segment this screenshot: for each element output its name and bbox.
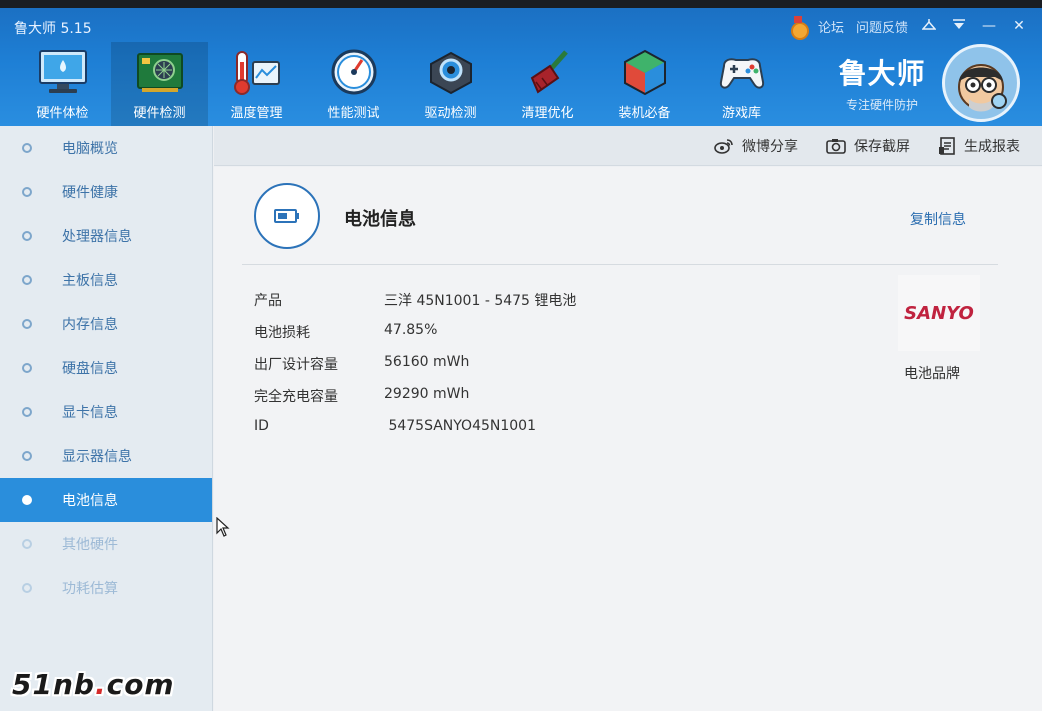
app-title: 鲁大师 5.15 [14,21,92,37]
radio-dot-icon [22,495,32,505]
radio-dot-icon [22,583,32,593]
sidebar-item-gpu[interactable]: 显卡信息 [0,390,212,434]
sidebar-nav: 电脑概览 硬件健康 处理器信息 主板信息 内存信息 硬盘信息 显卡信息 显示器信… [0,126,213,711]
radio-dot-icon [22,451,32,461]
monitor-icon [36,46,90,98]
thermometer-icon [230,46,284,98]
copy-info-link[interactable]: 复制信息 [910,209,966,229]
feedback-link[interactable]: 问题反馈 [856,17,908,36]
report-icon [939,136,955,155]
generate-report-button[interactable]: 生成报表 [938,136,1020,156]
radio-dot-icon [22,187,32,197]
battery-badge [254,183,320,249]
radio-dot-icon [22,363,32,373]
site-watermark: 51nb.com [12,668,175,701]
weibo-icon [714,138,733,154]
radio-dot-icon [22,319,32,329]
sidebar-item-power-estimate[interactable]: 功耗估算 [0,566,212,610]
circuit-board-icon [133,46,187,98]
action-bar: 微博分享 保存截屏 生成报表 [214,126,1042,166]
menu-dropdown-icon[interactable] [950,18,968,34]
battery-info-panel: 电池信息 复制信息 产品 三洋 45N1001 - 5475 锂电池 电池损耗 47… [214,167,1042,711]
broom-icon [521,46,575,98]
tab-hardware-detect[interactable]: 硬件检测 [111,42,208,126]
tab-game-library[interactable]: 游戏库 [693,42,790,126]
tool-tabs: 硬件体检 硬件检测 温度管理 性能测试 驱动检测 清理优化 装机必备 游戏库 [14,42,790,126]
radio-dot-icon [22,231,32,241]
app-window: 鲁大师 5.15 论坛 问题反馈 — ✕ 硬件体检 硬件检测 温度管理 性能测试… [0,8,1042,711]
mouse-cursor-icon [216,516,230,541]
sidebar-item-display[interactable]: 显示器信息 [0,434,212,478]
battery-brand-logo: SANYO [898,275,980,351]
radio-dot-icon [22,539,32,549]
cube-icon [618,46,672,98]
sidebar-item-health[interactable]: 硬件健康 [0,170,212,214]
sanyo-logo: SANYO [904,302,974,324]
save-screenshot-button[interactable]: 保存截屏 [826,136,910,156]
info-row-wear: 电池损耗 47.85% [254,322,438,341]
tab-cleanup[interactable]: 清理优化 [499,42,596,126]
brand-block: 鲁大师 专注硬件防护 [826,52,938,113]
brand-name: 鲁大师 [838,57,926,90]
sidebar-item-overview[interactable]: 电脑概览 [0,126,212,170]
tab-driver[interactable]: 驱动检测 [402,42,499,126]
battery-brand-caption: 电池品牌 [904,366,960,382]
driver-gear-icon [424,46,478,98]
battery-icon [274,209,299,223]
speedometer-icon [327,46,381,98]
radio-dot-icon [22,275,32,285]
top-toolbar: 鲁大师 5.15 论坛 问题反馈 — ✕ 硬件体检 硬件检测 温度管理 性能测试… [0,8,1042,126]
skin-icon[interactable] [920,18,938,34]
sidebar-item-motherboard[interactable]: 主板信息 [0,258,212,302]
camera-icon [826,138,846,154]
sidebar-item-disk[interactable]: 硬盘信息 [0,346,212,390]
close-button[interactable]: ✕ [1010,18,1028,34]
section-title: 电池信息 [344,209,416,230]
info-row-design-capacity: 出厂设计容量 56160 mWh [254,354,470,373]
title-links: 论坛 问题反馈 — ✕ [790,16,1028,40]
sidebar-item-cpu[interactable]: 处理器信息 [0,214,212,258]
radio-dot-icon [22,407,32,417]
tab-performance[interactable]: 性能测试 [305,42,402,126]
divider [242,264,998,265]
tab-hardware-checkup[interactable]: 硬件体检 [14,42,111,126]
tab-essentials[interactable]: 装机必备 [596,42,693,126]
info-row-product: 产品 三洋 45N1001 - 5475 锂电池 [254,293,577,309]
medal-icon[interactable] [790,16,809,40]
sidebar-item-battery[interactable]: 电池信息 [0,478,212,522]
sidebar-item-other-hardware[interactable]: 其他硬件 [0,522,212,566]
radio-dot-icon [22,143,32,153]
info-row-full-capacity: 完全充电容量 29290 mWh [254,386,470,405]
weibo-share-button[interactable]: 微博分享 [714,136,798,156]
mascot-avatar[interactable] [942,44,1020,122]
tab-temperature[interactable]: 温度管理 [208,42,305,126]
info-row-id: ID 5475SANYO45N1001 [254,418,536,434]
brand-slogan: 专注硬件防护 [845,98,918,112]
minimize-button[interactable]: — [980,18,998,34]
gamepad-icon [715,46,769,98]
sidebar-item-memory[interactable]: 内存信息 [0,302,212,346]
forum-link[interactable]: 论坛 [818,17,844,36]
